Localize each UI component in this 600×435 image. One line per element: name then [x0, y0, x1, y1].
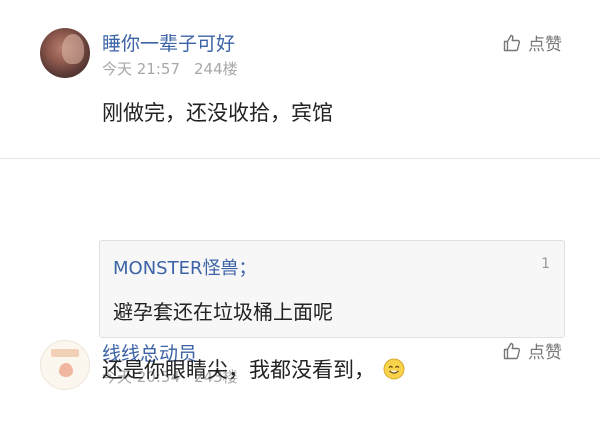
thumbs-up-icon: [503, 34, 521, 51]
like-button[interactable]: 点赞: [502, 30, 562, 55]
avatar-image-mark: [59, 363, 73, 377]
like-label: 点赞: [528, 343, 562, 363]
thumbs-up-icon: [503, 342, 521, 359]
comment-item: 线线总动员 今天 20:54 243楼 点赞 MONSTER怪兽； 1 避孕套还在…: [0, 158, 600, 435]
username[interactable]: 睡你一辈子可好: [102, 29, 235, 56]
avatar[interactable]: [40, 340, 90, 390]
comment-text: 刚做完，还没收拾，宾馆: [102, 101, 333, 125]
like-label: 点赞: [528, 35, 562, 55]
quote-author[interactable]: MONSTER怪兽；: [113, 254, 256, 280]
floor-number: 244楼: [194, 60, 238, 78]
comment-time: 今天 21:57: [102, 60, 180, 78]
avatar-image: [51, 349, 79, 357]
avatar[interactable]: [40, 28, 90, 78]
smile-emoji-icon: [383, 358, 405, 385]
quote-text: 避孕套还在垃圾桶上面呢: [113, 300, 333, 324]
comment-meta: 今天 21:57 244楼: [102, 58, 238, 79]
comment-text-row: 还是你眼睛尖，我都没看到，: [102, 354, 405, 385]
comment-item: 睡你一辈子可好 今天 21:57 244楼 点赞 刚做完，还没收拾，宾馆: [0, 0, 600, 159]
avatar-image: [62, 34, 84, 64]
comment-text: 还是你眼睛尖，我都没看到，: [102, 358, 375, 382]
quoted-reply[interactable]: MONSTER怪兽； 1 避孕套还在垃圾桶上面呢: [99, 240, 565, 338]
quote-floor: 1: [541, 256, 550, 272]
like-button[interactable]: 点赞: [502, 338, 562, 363]
